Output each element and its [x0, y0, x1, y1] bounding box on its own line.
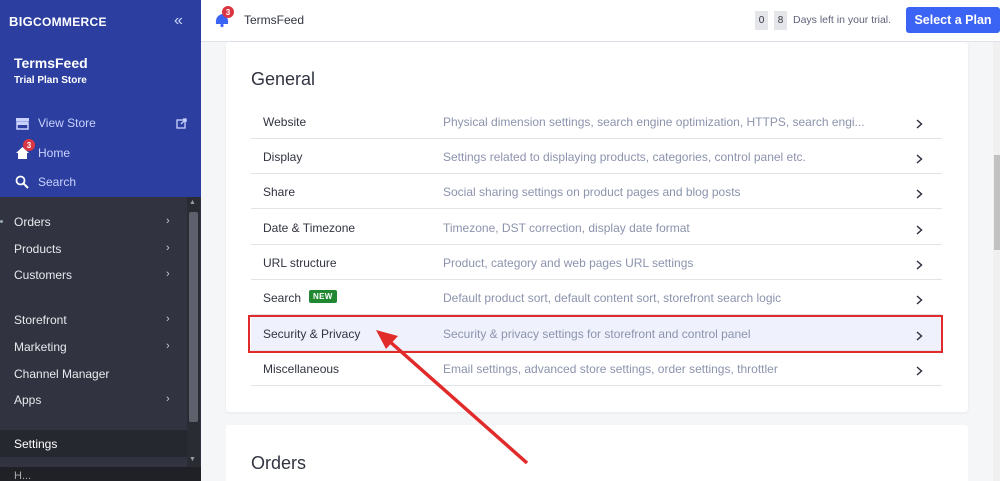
annotation-arrow [376, 330, 529, 465]
